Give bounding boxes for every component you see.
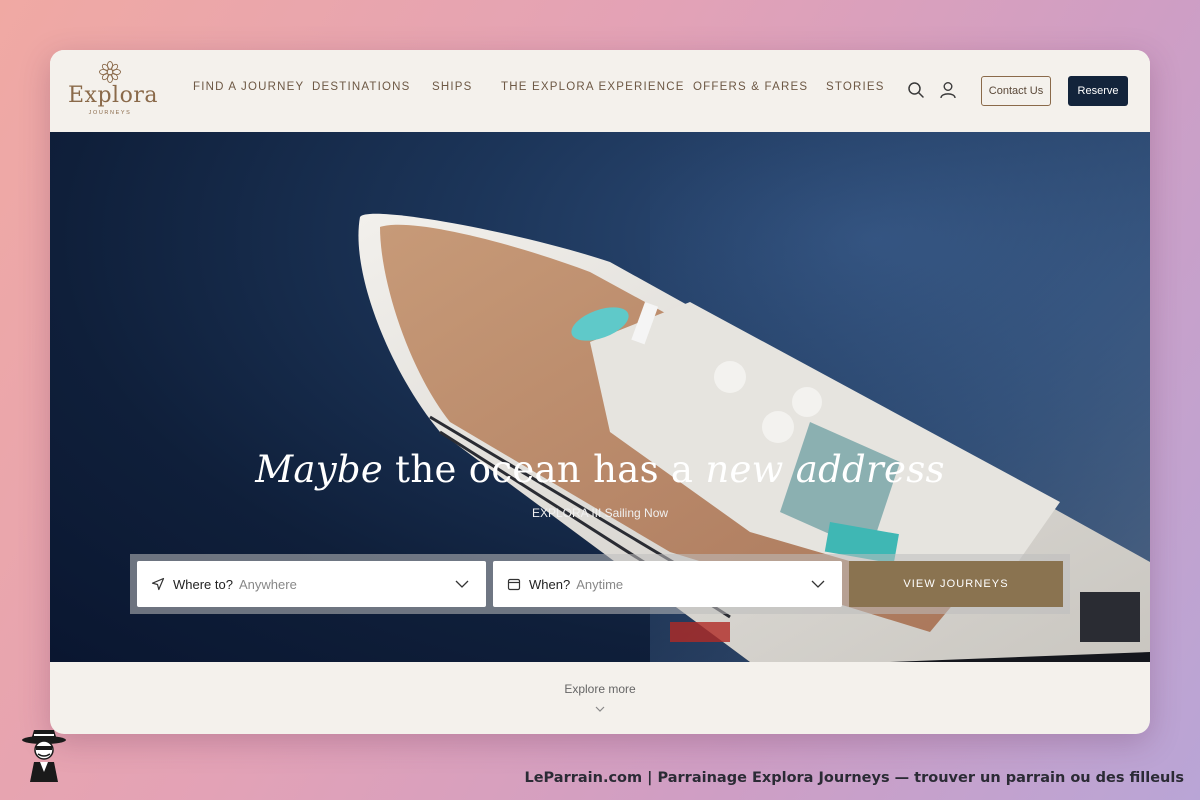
calendar-icon bbox=[507, 578, 521, 591]
browser-frame: Explora JOURNEYS FIND A JOURNEY DESTINAT… bbox=[50, 50, 1150, 734]
hero-title-italic-1: Maybe bbox=[255, 448, 384, 491]
mascot-logo bbox=[22, 730, 66, 782]
hero-subtitle: EXPLORA III Sailing Now bbox=[531, 506, 669, 520]
explora-logo[interactable]: Explora JOURNEYS bbox=[68, 60, 158, 122]
user-icon[interactable] bbox=[938, 80, 958, 100]
nav-stories[interactable]: STORIES bbox=[826, 81, 885, 93]
nav-explora-experience[interactable]: THE EXPLORA EXPERIENCE bbox=[501, 81, 685, 93]
flower-logo-icon bbox=[99, 61, 121, 83]
where-to-label: Where to? bbox=[173, 576, 233, 592]
hero-title-plain: the ocean has a bbox=[383, 448, 706, 491]
chevron-down-icon bbox=[811, 580, 825, 588]
hero-title: Maybe the ocean has a new address bbox=[50, 448, 1150, 491]
chevron-down-icon bbox=[455, 580, 469, 588]
nav-find-a-journey[interactable]: FIND A JOURNEY bbox=[193, 81, 304, 93]
logo-subtitle: JOURNEYS bbox=[88, 110, 132, 116]
search-icon[interactable] bbox=[906, 80, 926, 100]
when-field[interactable]: When? Anytime bbox=[493, 561, 842, 607]
chevron-down-icon[interactable] bbox=[595, 705, 605, 713]
site-header: Explora JOURNEYS FIND A JOURNEY DESTINAT… bbox=[50, 50, 1150, 132]
explore-more-link[interactable]: Explore more bbox=[50, 682, 1150, 696]
logo-wordmark: Explora bbox=[68, 83, 158, 108]
nav-ships[interactable]: SHIPS bbox=[432, 81, 473, 93]
page-caption: LeParrain.com | Parrainage Explora Journ… bbox=[524, 770, 1184, 786]
when-label: When? bbox=[529, 576, 571, 592]
reserve-button[interactable]: Reserve bbox=[1068, 76, 1128, 106]
when-value: Anytime bbox=[576, 576, 624, 592]
hero-title-italic-2: new address bbox=[705, 448, 945, 491]
hero-section: Maybe the ocean has a new address EXPLOR… bbox=[50, 132, 1150, 662]
where-to-value: Anywhere bbox=[238, 576, 297, 592]
view-journeys-button[interactable]: VIEW JOURNEYS bbox=[849, 561, 1063, 607]
contact-us-button[interactable]: Contact Us bbox=[981, 76, 1051, 106]
navigation-arrow-icon bbox=[151, 577, 165, 591]
nav-destinations[interactable]: DESTINATIONS bbox=[312, 81, 411, 93]
journey-search-bar: Where to? Anywhere When? Anytime VIEW JO… bbox=[130, 554, 1070, 614]
nav-offers-fares[interactable]: OFFERS & FARES bbox=[693, 81, 808, 93]
where-to-field[interactable]: Where to? Anywhere bbox=[137, 561, 486, 607]
